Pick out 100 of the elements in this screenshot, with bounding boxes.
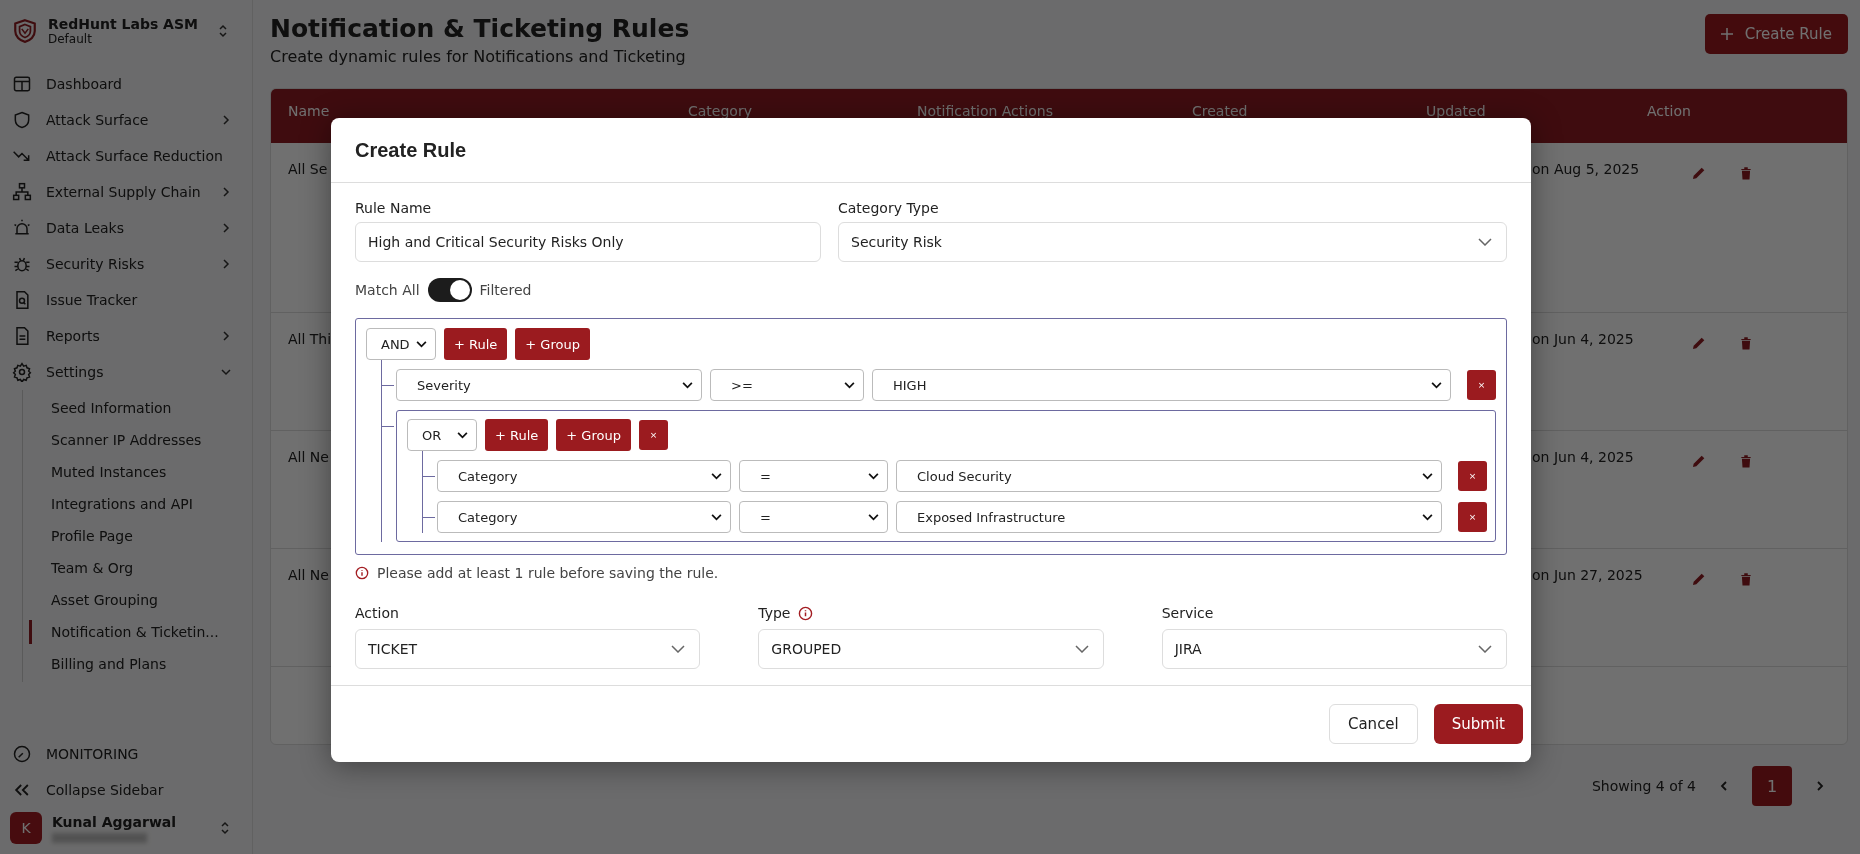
table-cell: on Aug 5, 2025 <box>1532 161 1640 177</box>
trash-icon[interactable] <box>1739 571 1753 587</box>
workspace-name: Default <box>48 32 93 46</box>
column-header: Created <box>1192 102 1249 121</box>
toggle-label: Filtered <box>479 282 532 298</box>
value-select[interactable]: Cloud Security <box>896 460 1442 492</box>
sub-nav-item[interactable]: Integrations and API <box>23 488 252 520</box>
trash-icon[interactable] <box>1739 335 1753 351</box>
remove-rule-button[interactable]: × <box>1458 461 1487 491</box>
field-select[interactable]: Category <box>437 501 731 533</box>
field-label: Category Type <box>838 200 940 216</box>
operator-select[interactable]: = <box>739 460 888 492</box>
conjunction-select[interactable]: OR <box>407 419 477 451</box>
caret-icon <box>711 513 722 521</box>
operator-select[interactable]: = <box>739 501 888 533</box>
nav-item[interactable]: Data Leaks <box>0 210 252 246</box>
dropdown-select[interactable]: JIRA <box>1161 629 1507 669</box>
toggle-label: Match All <box>355 282 420 298</box>
remove-group-button[interactable]: × <box>638 420 668 450</box>
table-cell: on Jun 4, 2025 <box>1532 331 1634 347</box>
trash-icon[interactable] <box>1739 165 1753 181</box>
edit-icon[interactable] <box>1691 165 1707 181</box>
add-rule-button[interactable]: + Rule <box>485 419 549 451</box>
caret-icon <box>868 472 879 480</box>
edit-icon[interactable] <box>1691 571 1707 587</box>
info-icon <box>355 566 369 580</box>
gear-icon <box>12 362 32 382</box>
column-header: Updated <box>1426 102 1487 121</box>
nav-item[interactable]: External Supply Chain <box>0 174 252 210</box>
field-select[interactable]: Severity <box>396 369 702 401</box>
field-label: Service <box>1161 605 1214 621</box>
field-label: Rule Name <box>355 200 433 216</box>
user-name: Kunal Aggarwal <box>52 813 178 830</box>
field-label: Action <box>355 605 399 621</box>
sub-nav-item[interactable]: Muted Instances <box>23 456 252 488</box>
chevron-left-icon[interactable] <box>1718 780 1730 792</box>
submit-button[interactable]: Submit <box>1433 704 1523 744</box>
collapse-sidebar-button[interactable]: Collapse Sidebar <box>0 772 252 808</box>
operator-select[interactable]: >= <box>710 369 864 401</box>
field-select[interactable]: Category <box>437 460 731 492</box>
sub-nav-item[interactable]: Seed Information <box>23 392 252 424</box>
nav-item[interactable]: Settings <box>0 354 252 390</box>
add-group-button[interactable]: + Group <box>556 419 631 451</box>
caret-icon <box>682 381 693 389</box>
edit-icon[interactable] <box>1691 335 1707 351</box>
add-rule-button[interactable]: + Rule <box>444 328 508 360</box>
page-title: Notification & Ticketing Rules <box>270 14 690 43</box>
sub-nav-item[interactable]: Asset Grouping <box>23 584 252 616</box>
alarm-icon <box>12 218 32 238</box>
gauge-icon <box>12 744 32 764</box>
chevron-right-icon[interactable] <box>1814 780 1826 792</box>
caret-icon <box>1431 381 1442 389</box>
dialog-title: Create Rule <box>355 138 467 162</box>
sub-nav-item[interactable]: Profile Page <box>23 520 252 552</box>
sub-nav-item[interactable]: Team & Org <box>23 552 252 584</box>
table-cell: All Se <box>288 161 328 177</box>
table-cell: on Jun 4, 2025 <box>1532 449 1634 465</box>
chevron-down-icon <box>671 645 686 653</box>
value-select[interactable]: Exposed Infrastructure <box>896 501 1442 533</box>
remove-rule-button[interactable]: × <box>1458 502 1487 532</box>
category-type-select[interactable]: Security Risk <box>838 222 1507 262</box>
add-group-button[interactable]: + Group <box>515 328 590 360</box>
nav-item[interactable]: Attack Surface Reduction <box>0 138 252 174</box>
dropdown-select[interactable]: GROUPED <box>758 629 1104 669</box>
trash-icon[interactable] <box>1739 453 1753 469</box>
dropdown-select[interactable]: TICKET <box>355 629 701 669</box>
table-cell: All Ne <box>288 567 329 583</box>
caret-icon <box>711 472 722 480</box>
info-icon[interactable] <box>798 605 814 621</box>
nav-item[interactable]: Dashboard <box>0 66 252 102</box>
shield-icon <box>12 110 32 130</box>
nav-item[interactable]: Issue Tracker <box>0 282 252 318</box>
match-toggle[interactable] <box>427 278 472 302</box>
sub-nav-item[interactable]: Notification & Ticketin... <box>23 616 252 648</box>
shield-logo-icon <box>12 18 38 44</box>
caret-icon <box>868 513 879 521</box>
caret-icon <box>457 431 468 439</box>
remove-rule-button[interactable]: × <box>1467 370 1496 400</box>
network-icon <box>12 182 32 202</box>
conjunction-select[interactable]: AND <box>366 328 436 360</box>
column-header: Notification Actions <box>917 102 1054 121</box>
showing-count: Showing 4 of 4 <box>1591 778 1696 794</box>
sub-nav-item[interactable]: Billing and Plans <box>23 648 252 680</box>
nav-item[interactable]: Security Risks <box>0 246 252 282</box>
chevron-updown-icon[interactable] <box>218 23 228 39</box>
cancel-button[interactable]: Cancel <box>1328 704 1418 744</box>
caret-icon <box>1422 513 1433 521</box>
plus-icon <box>1720 28 1733 40</box>
nav-item[interactable]: MONITORING <box>0 736 252 772</box>
nav-item[interactable]: Attack Surface <box>0 102 252 138</box>
sub-nav-item[interactable]: Scanner IP Addresses <box>23 424 252 456</box>
chevron-down-icon <box>1478 645 1492 653</box>
rule-name-input[interactable]: High and Critical Security Risks Only <box>355 222 821 262</box>
chevron-updown-icon[interactable] <box>220 820 230 836</box>
table-cell: All Ne <box>288 449 329 465</box>
value-select[interactable]: HIGH <box>872 369 1451 401</box>
page-subtitle: Create dynamic rules for Notifications and Ticketing <box>270 47 687 66</box>
edit-icon[interactable] <box>1691 453 1707 469</box>
column-header: Category <box>688 102 753 121</box>
nav-item[interactable]: Reports <box>0 318 252 354</box>
